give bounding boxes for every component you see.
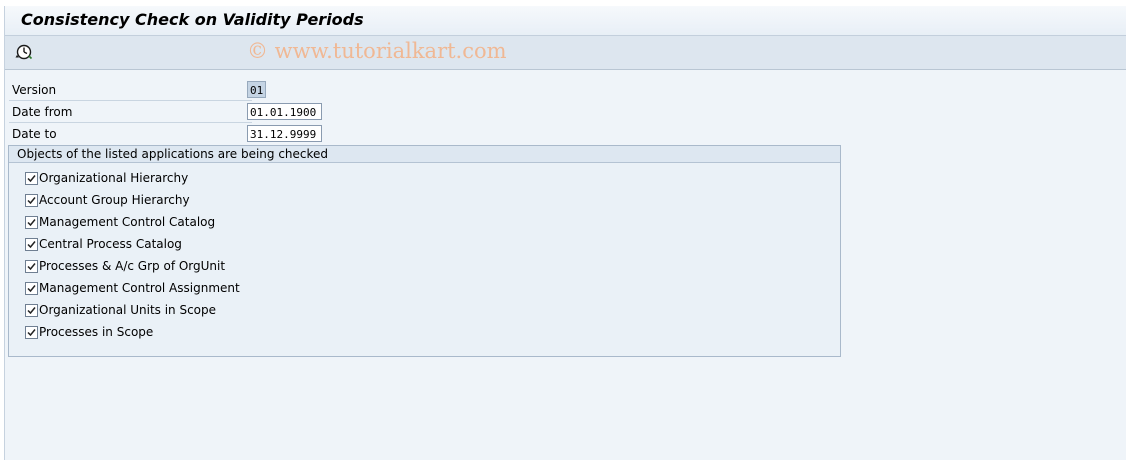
date-to-label: Date to (12, 127, 57, 141)
checkmark-icon (27, 263, 36, 271)
checkbox-label: Management Control Catalog (39, 215, 216, 229)
execute-button[interactable] (15, 43, 33, 61)
main-window: Consistency Check on Validity Periods © … (4, 6, 1126, 460)
checkmark-icon (27, 307, 36, 315)
checkbox[interactable] (25, 216, 38, 229)
date-to-field[interactable]: 31.12.9999 (247, 125, 322, 142)
date-from-field[interactable]: 01.01.1900 (247, 103, 322, 120)
checkbox[interactable] (25, 326, 38, 339)
page-title: Consistency Check on Validity Periods (21, 10, 364, 29)
version-label: Version (12, 83, 57, 97)
checkbox[interactable] (25, 282, 38, 295)
date-from-label: Date from (12, 105, 73, 119)
checkbox-label: Processes in Scope (39, 325, 154, 339)
group-header: Objects of the listed applications are b… (9, 146, 840, 163)
checkmark-icon (27, 175, 36, 183)
checkbox-label: Account Group Hierarchy (39, 193, 190, 207)
watermark-text: © www.tutorialkart.com (247, 39, 507, 63)
checkmark-icon (27, 219, 36, 227)
checkmark-icon (27, 241, 36, 249)
checkbox[interactable] (25, 260, 38, 273)
group-title: Objects of the listed applications are b… (17, 147, 329, 161)
checkbox[interactable] (25, 304, 38, 317)
checkbox[interactable] (25, 172, 38, 185)
checkbox-label: Central Process Catalog (39, 237, 182, 251)
date-from-row: Date from (9, 101, 252, 123)
checkbox-label: Organizational Units in Scope (39, 303, 217, 317)
version-field[interactable]: 01 (247, 81, 266, 98)
checkbox-label: Processes & A/c Grp of OrgUnit (39, 259, 226, 273)
date-to-row: Date to (9, 123, 252, 144)
version-row: Version (9, 79, 252, 101)
checkbox[interactable] (25, 238, 38, 251)
checkbox-label: Management Control Assignment (39, 281, 240, 295)
checkbox-label: Organizational Hierarchy (39, 171, 189, 185)
application-toolbar: © www.tutorialkart.com (5, 36, 1126, 70)
checkmark-icon (27, 285, 36, 293)
checkmark-icon (27, 329, 36, 337)
checkbox[interactable] (25, 194, 38, 207)
execute-clock-icon (15, 44, 33, 60)
checkmark-icon (27, 197, 36, 205)
applications-group-box: Objects of the listed applications are b… (8, 145, 841, 357)
title-bar: Consistency Check on Validity Periods (5, 6, 1126, 36)
